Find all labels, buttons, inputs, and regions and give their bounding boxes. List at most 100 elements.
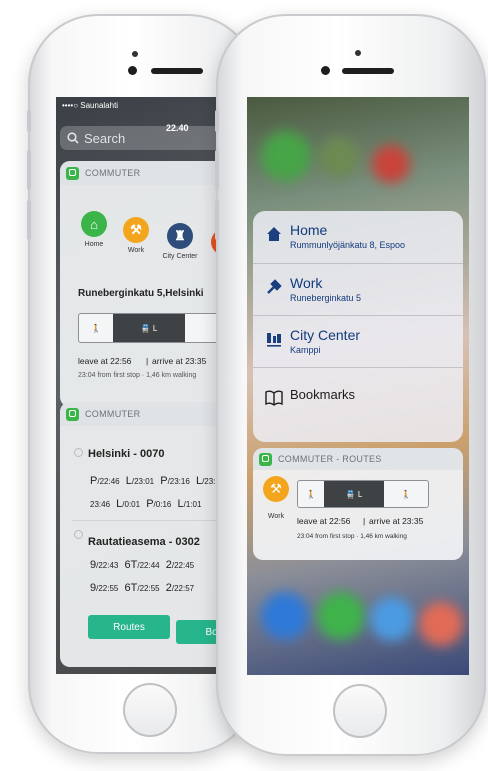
location-pin-icon — [74, 530, 83, 539]
time: /22:44 — [137, 561, 160, 570]
time-separator: | — [363, 516, 366, 526]
time: /22:45 — [171, 561, 195, 570]
time-separator: | — [146, 356, 149, 366]
walk-icon: 🚶 — [306, 489, 316, 499]
quick-action-subtitle: Runeberginkatu 5 — [290, 293, 362, 303]
segment-line: L — [152, 323, 158, 333]
location-pin-icon — [74, 448, 83, 457]
time: /22:57 — [171, 584, 195, 593]
quick-action-bookmarks[interactable]: Bookmarks — [253, 367, 463, 442]
favorite-label: Home — [84, 241, 104, 248]
blurred-app-icon — [261, 131, 311, 181]
favorite-label: Work — [267, 513, 285, 520]
blurred-app-icon — [419, 602, 463, 646]
line: 6T — [124, 582, 138, 594]
stop-name: Helsinki - 0070 — [88, 448, 165, 460]
arrive-time: arrive at 23:35 — [152, 356, 207, 366]
blurred-app-icon — [317, 592, 365, 640]
commuter-app-icon — [66, 166, 79, 180]
blurred-app-icon — [319, 137, 359, 177]
commuter-widget: COMMUTER ⌂ Home ⚒ Work ♜ City Center ✦ P… — [60, 161, 234, 407]
route-segments[interactable]: 🚶 🚆 L 🚶 — [78, 313, 234, 343]
line: P — [146, 498, 154, 510]
leave-time: leave at 22:56 — [78, 356, 132, 366]
status-bar: ••••○ Saunalahti 22.40 — [62, 101, 230, 133]
widget-title: COMMUTER — [85, 409, 141, 419]
home-button[interactable] — [123, 683, 177, 737]
time: /23:01 — [131, 477, 155, 486]
time: /22:55 — [137, 584, 160, 593]
time: /1:01 — [183, 500, 202, 509]
quick-action-title: Home — [290, 222, 328, 238]
time: /22:46 — [97, 477, 120, 486]
route-destination: Runeberginkatu 5,Helsinki — [78, 288, 204, 299]
widget-header: COMMUTER - ROUTES — [253, 448, 463, 470]
blurred-app-icon — [370, 597, 414, 641]
route-segments[interactable]: 🚶 🚆 L 🚶 — [297, 480, 429, 508]
earpiece-speaker — [342, 68, 394, 74]
house-icon: ⌂ — [81, 211, 107, 237]
departure-row: 9/22:55 6T/22:55 2/22:57 — [90, 582, 194, 594]
blurred-app-icon — [372, 145, 410, 183]
time: /0:16 — [153, 500, 172, 509]
mute-switch — [215, 110, 219, 132]
home-button[interactable] — [333, 684, 387, 738]
proximity-sensor — [355, 50, 361, 56]
right-screen: Home Rummunlyöjänkatu 8, Espoo Work Rune… — [247, 97, 469, 675]
volume-down-button — [215, 200, 219, 240]
stop-name: Rautatieasema - 0302 — [88, 536, 200, 548]
commuter-departures-widget: COMMUTER Helsinki - 0070 P/22:46 L/23:01… — [60, 402, 234, 667]
quick-action-subtitle: Rummunlyöjänkatu 8, Espoo — [290, 240, 406, 250]
walk-icon: 🚶 — [401, 489, 411, 499]
church-icon: ♜ — [167, 223, 193, 249]
favorite-label: City Center — [162, 253, 198, 260]
quick-actions-menu: Home Rummunlyöjänkatu 8, Espoo Work Rune… — [253, 211, 463, 442]
quick-action-work[interactable]: Work Runeberginkatu 5 — [253, 263, 463, 316]
widget-title: COMMUTER - ROUTES — [278, 454, 382, 464]
favorite-work[interactable]: ⚒ Work — [261, 476, 291, 523]
house-icon — [267, 227, 281, 241]
time: /22:55 — [96, 584, 119, 593]
widget-header: COMMUTER — [60, 402, 234, 426]
time: /0:01 — [122, 500, 141, 509]
widget-header: COMMUTER — [60, 161, 234, 185]
widget-title: COMMUTER — [85, 168, 141, 178]
tool-icon — [267, 279, 282, 294]
segment-line: L — [357, 489, 363, 499]
carrier-label: ••••○ Saunalahti — [62, 101, 119, 110]
book-icon — [265, 390, 283, 406]
quick-action-title: Work — [290, 275, 323, 291]
time: /22:43 — [96, 561, 119, 570]
routes-button[interactable]: Routes — [88, 615, 170, 639]
left-screen: ••••○ Saunalahti 22.40 Search COMMUTER ⌂… — [56, 97, 234, 674]
leave-time: leave at 22:56 — [297, 516, 351, 526]
volume-up-button — [215, 150, 219, 190]
search-input[interactable]: Search — [60, 126, 234, 150]
quick-action-home[interactable]: Home Rummunlyöjänkatu 8, Espoo — [253, 211, 463, 263]
commuter-app-icon — [259, 452, 272, 466]
departure-row: 23:46 L/0:01 P/0:16 L/1:01 — [90, 498, 201, 510]
line: P — [160, 475, 168, 487]
time: /23: — [202, 477, 216, 486]
search-placeholder: Search — [84, 131, 126, 146]
time: 23:46 — [90, 500, 111, 509]
city-icon — [267, 333, 281, 347]
commuter-routes-widget[interactable]: COMMUTER - ROUTES ⚒ Work 🚶 🚆 L 🚶 leave a… — [253, 448, 463, 560]
favorite-label: Work — [127, 247, 145, 254]
divider — [72, 520, 234, 521]
quick-action-subtitle: Kamppi — [290, 345, 321, 355]
tool-icon: ⚒ — [123, 217, 149, 243]
line: 6T — [124, 559, 138, 571]
time: /23:16 — [167, 477, 190, 486]
train-segment: 🚆 L — [113, 314, 185, 342]
search-icon — [67, 132, 79, 144]
arrive-time: arrive at 23:35 — [369, 516, 424, 526]
quick-action-city-center[interactable]: City Center Kamppi — [253, 315, 463, 368]
front-camera — [321, 66, 330, 75]
quick-action-title: City Center — [290, 327, 361, 343]
route-info: 23:04 from first stop · 1,46 km walking — [78, 372, 197, 379]
departure-row: 9/22:43 6T/22:44 2/22:45 — [90, 559, 194, 571]
quick-action-title: Bookmarks — [290, 387, 356, 402]
earpiece-speaker — [151, 68, 203, 74]
commuter-app-icon — [66, 407, 79, 421]
